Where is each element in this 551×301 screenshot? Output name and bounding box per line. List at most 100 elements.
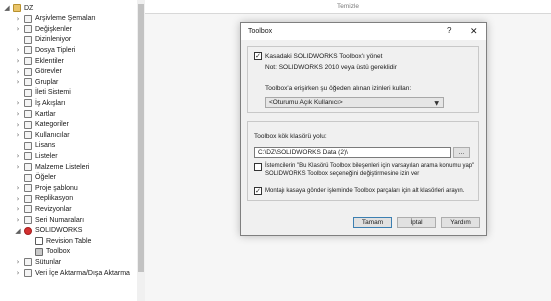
close-icon[interactable]: ✕ bbox=[470, 26, 478, 37]
chevron-down-icon: ▼ bbox=[434, 100, 439, 107]
clear-header[interactable]: Temizle bbox=[145, 0, 551, 14]
tree-item[interactable]: › Sütunlar bbox=[0, 257, 140, 267]
tree-item[interactable]: Öğeler bbox=[0, 173, 140, 183]
tree-item[interactable]: › Eklentiler bbox=[0, 56, 140, 66]
tree-item[interactable]: › Malzeme Listeleri bbox=[0, 162, 140, 172]
revisions-icon bbox=[24, 205, 32, 214]
help-button[interactable]: Yardım bbox=[441, 217, 480, 228]
collapsed-arrow-icon[interactable]: › bbox=[14, 15, 22, 23]
collapsed-arrow-icon[interactable]: › bbox=[14, 216, 22, 224]
allow-clients-checkbox[interactable] bbox=[254, 163, 262, 171]
tree-item[interactable]: ◢ DZ bbox=[0, 3, 140, 13]
serial-numbers-icon bbox=[24, 216, 32, 224]
expanded-arrow-icon[interactable]: ◢ bbox=[3, 4, 11, 12]
tree-item[interactable]: › Listeler bbox=[0, 151, 140, 161]
allow-clients-label-line2: SOLIDWORKS Toolbox seçeneğini değiştirme… bbox=[265, 171, 420, 177]
collapsed-arrow-icon[interactable]: › bbox=[14, 131, 22, 139]
license-icon bbox=[24, 141, 32, 150]
tree-item-label: Kategoriler bbox=[35, 121, 69, 129]
file-types-icon bbox=[24, 46, 32, 55]
workflow-icon bbox=[24, 99, 32, 108]
tree-item-label: Dizinleniyor bbox=[35, 36, 72, 44]
version-note: Not: SOLIDWORKS 2010 veya üstü gereklidi… bbox=[265, 64, 397, 71]
tree-item[interactable]: › Değişkenler bbox=[0, 24, 140, 34]
scan-subfolders-label: Montajı kasaya gönder işleminde Toolbox … bbox=[265, 188, 465, 194]
tree-item[interactable]: › Görevler bbox=[0, 67, 140, 77]
tree-item-label: Toolbox bbox=[46, 248, 71, 256]
tree-item[interactable]: › Veri İçe Aktarma/Dışa Aktarma bbox=[0, 268, 140, 278]
permissions-dropdown-value: <Oturumu Açık Kullanıcı> bbox=[269, 99, 343, 106]
tree-item[interactable]: › Kartlar bbox=[0, 109, 140, 119]
tree-item-label: Kullanıcılar bbox=[35, 131, 70, 139]
collapsed-arrow-icon[interactable]: › bbox=[14, 57, 22, 65]
tree-item-label: Gruplar bbox=[35, 78, 59, 86]
tree-item[interactable]: › Proje şablonu bbox=[0, 183, 140, 193]
collapsed-arrow-icon[interactable]: › bbox=[14, 25, 22, 33]
tree-item-label: Sütunlar bbox=[35, 258, 62, 266]
revision-table-icon bbox=[35, 237, 43, 246]
toolbox-icon bbox=[35, 247, 43, 256]
collapsed-arrow-icon[interactable]: › bbox=[14, 121, 22, 129]
tree-item[interactable]: › Revizyonlar bbox=[0, 204, 140, 214]
tree-item-label: DZ bbox=[24, 4, 34, 12]
tree-item-label: Öğeler bbox=[35, 174, 57, 182]
collapsed-arrow-icon[interactable]: › bbox=[14, 184, 22, 192]
manage-checkbox[interactable]: ✓ bbox=[254, 52, 262, 60]
tree-item-label: Listeler bbox=[35, 152, 58, 160]
toolbox-dialog: Toolbox ? ✕ ✓ Kasadaki SOLIDWORKS Toolbo… bbox=[240, 22, 487, 236]
tree-item[interactable]: › Seri Numaraları bbox=[0, 215, 140, 225]
replication-icon bbox=[24, 194, 32, 203]
collapsed-arrow-icon[interactable]: › bbox=[14, 163, 22, 171]
tree-item-label: Seri Numaraları bbox=[35, 216, 85, 224]
tree-item[interactable]: İleti Sistemi bbox=[0, 88, 140, 98]
tree-item-label: Arşivleme Şemaları bbox=[35, 15, 96, 23]
tree-item[interactable]: › İş Akışları bbox=[0, 98, 140, 108]
collapsed-arrow-icon[interactable]: › bbox=[14, 99, 22, 107]
cancel-button[interactable]: İptal bbox=[397, 217, 436, 228]
tree-item[interactable]: › Kullanıcılar bbox=[0, 130, 140, 140]
tree-item[interactable]: Revision Table bbox=[0, 236, 140, 246]
tree-item[interactable]: Toolbox bbox=[0, 247, 140, 257]
addins-icon bbox=[24, 57, 32, 65]
tree-item[interactable]: Lisans bbox=[0, 141, 140, 151]
ok-button[interactable]: Tamam bbox=[353, 217, 392, 228]
collapsed-arrow-icon[interactable]: › bbox=[14, 68, 22, 76]
collapsed-arrow-icon[interactable]: › bbox=[14, 258, 22, 266]
collapsed-arrow-icon[interactable]: › bbox=[14, 78, 22, 86]
collapsed-arrow-icon[interactable]: › bbox=[14, 195, 22, 203]
tree-item-label: Kartlar bbox=[35, 110, 56, 118]
help-icon[interactable]: ? bbox=[447, 26, 451, 35]
collapsed-arrow-icon[interactable]: › bbox=[14, 152, 22, 160]
tree-item-label: Eklentiler bbox=[35, 57, 64, 65]
users-icon bbox=[24, 131, 32, 140]
lists-icon bbox=[24, 152, 32, 161]
browse-button[interactable]: ... bbox=[453, 147, 470, 158]
collapsed-arrow-icon[interactable]: › bbox=[14, 269, 22, 277]
tree-item-label: Replikasyon bbox=[35, 195, 74, 203]
folder-path-label: Toolbox kök klasörü yolu: bbox=[254, 133, 327, 140]
collapsed-arrow-icon[interactable]: › bbox=[14, 46, 22, 54]
collapsed-arrow-icon[interactable]: › bbox=[14, 205, 22, 213]
tree-scrollbar-thumb[interactable] bbox=[138, 4, 144, 272]
folder-path-value: C:\DZ\SOLIDWORKS Data (2)\ bbox=[258, 149, 348, 156]
tree-item-label: SOLIDWORKS bbox=[35, 227, 83, 235]
archive-icon bbox=[24, 14, 32, 23]
tree-item-label: Proje şablonu bbox=[35, 184, 78, 192]
tree-item[interactable]: › Replikasyon bbox=[0, 194, 140, 204]
columns-icon bbox=[24, 258, 32, 267]
tasks-icon bbox=[24, 67, 32, 76]
tree-item[interactable]: › Kategoriler bbox=[0, 120, 140, 130]
expanded-arrow-icon[interactable]: ◢ bbox=[14, 227, 22, 235]
allow-clients-label-line1: İstemcilerin "Bu Klasörü Toolbox bileşen… bbox=[265, 163, 475, 169]
tree-panel: ◢ DZ › Arşivleme Şemaları › Değişkenler Dizinl… bbox=[0, 0, 145, 301]
folder-path-input[interactable]: C:\DZ\SOLIDWORKS Data (2)\ bbox=[254, 147, 451, 158]
tree-item[interactable]: › Arşivleme Şemaları bbox=[0, 14, 140, 24]
tree-item[interactable]: › Gruplar bbox=[0, 77, 140, 87]
collapsed-arrow-icon[interactable]: › bbox=[14, 110, 22, 118]
tree-item[interactable]: › Dosya Tipleri bbox=[0, 45, 140, 55]
scan-subfolders-checkbox[interactable]: ✓ bbox=[254, 187, 262, 195]
permissions-dropdown[interactable]: <Oturumu Açık Kullanıcı> ▼ bbox=[265, 97, 444, 108]
tree-item[interactable]: ◢ SOLIDWORKS bbox=[0, 226, 140, 236]
tree-item[interactable]: Dizinleniyor bbox=[0, 35, 140, 45]
dialog-title: Toolbox bbox=[248, 28, 273, 35]
